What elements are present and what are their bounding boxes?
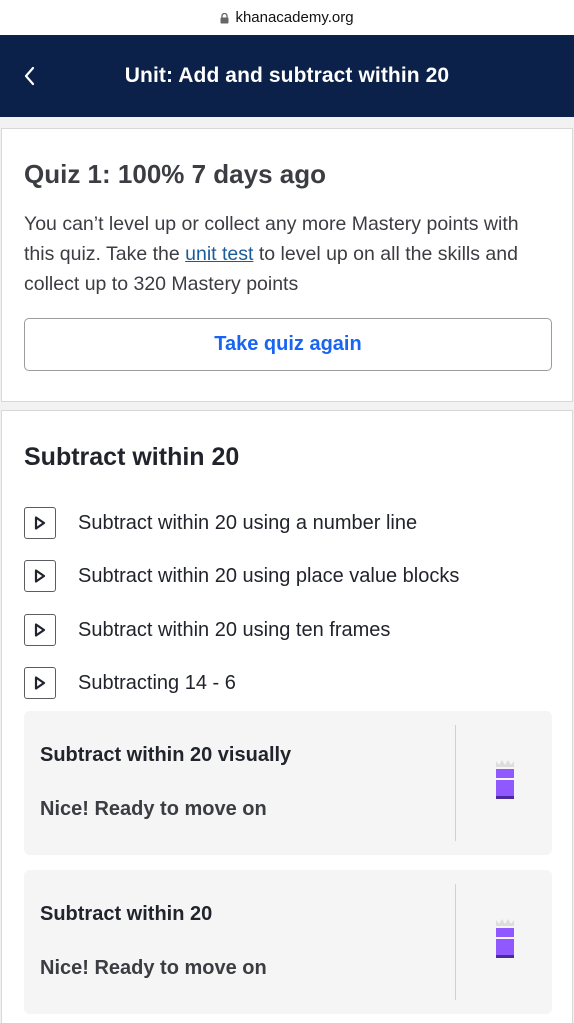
divider: [455, 884, 456, 1000]
skill-item[interactable]: Subtract within 20 visually Nice! Ready …: [24, 711, 552, 855]
quiz-description: You can’t level up or collect any more M…: [24, 209, 544, 299]
video-item[interactable]: Subtracting 14 - 6: [24, 667, 544, 699]
section-title: Subtract within 20: [24, 443, 240, 471]
quiz-card: Quiz 1: 100% 7 days ago You can’t level …: [1, 128, 573, 402]
mastery-level-icon: [496, 760, 514, 799]
take-quiz-again-button[interactable]: Take quiz again: [24, 318, 552, 371]
play-icon: [24, 507, 56, 539]
lesson-card: Subtract within 20 Subtract within 20 us…: [1, 410, 573, 1023]
unit-test-link[interactable]: unit test: [185, 243, 253, 265]
video-label: Subtract within 20 using ten frames: [78, 618, 391, 641]
lock-icon: [220, 13, 229, 24]
skill-status: Nice! Ready to move on: [40, 957, 267, 979]
video-item[interactable]: Subtract within 20 using ten frames: [24, 614, 544, 646]
video-label: Subtracting 14 - 6: [78, 671, 236, 694]
quiz-title: Quiz 1: 100% 7 days ago: [24, 159, 327, 189]
divider: [455, 725, 456, 841]
video-label: Subtract within 20 using place value blo…: [78, 564, 460, 587]
play-icon: [24, 614, 56, 646]
url-text: khanacademy.org: [235, 9, 354, 26]
back-button[interactable]: [18, 61, 40, 91]
skill-name: Subtract within 20 visually: [40, 744, 292, 766]
video-label: Subtract within 20 using a number line: [78, 511, 418, 534]
play-icon: [24, 560, 56, 592]
mastery-level-icon: [496, 919, 514, 958]
skill-name: Subtract within 20: [40, 903, 213, 925]
skill-item[interactable]: Subtract within 20 Nice! Ready to move o…: [24, 870, 552, 1014]
video-item[interactable]: Subtract within 20 using place value blo…: [24, 560, 544, 592]
skill-status: Nice! Ready to move on: [40, 798, 267, 820]
chevron-left-icon: [24, 66, 35, 86]
page-title: Unit: Add and subtract within 20: [124, 64, 450, 87]
app-header: Unit: Add and subtract within 20: [0, 35, 574, 117]
browser-url-bar[interactable]: khanacademy.org: [0, 0, 574, 35]
video-item[interactable]: Subtract within 20 using a number line: [24, 507, 544, 539]
play-icon: [24, 667, 56, 699]
